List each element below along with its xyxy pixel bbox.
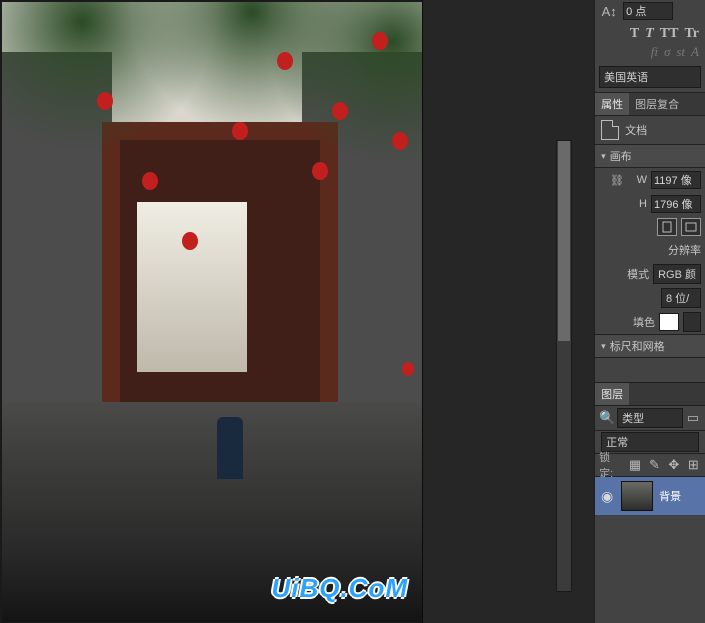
section-rulers[interactable]: ▾ 标尺和网格 <box>595 334 705 358</box>
tab-layer-comps[interactable]: 图层复合 <box>629 93 685 115</box>
language-select[interactable]: 美国英语 <box>599 66 701 88</box>
canvas-area: UiBQ.CoM <box>0 0 594 623</box>
fill-select[interactable] <box>683 312 701 332</box>
faux-italic-button[interactable]: T <box>645 26 654 42</box>
filter-image-icon[interactable]: ▭ <box>685 409 701 427</box>
faux-bold-button[interactable]: T <box>630 26 639 42</box>
search-icon[interactable]: 🔍 <box>599 409 615 427</box>
chevron-down-icon: ▾ <box>601 341 606 352</box>
baseline-shift-input[interactable] <box>623 2 673 20</box>
swash-button[interactable]: A <box>691 44 699 60</box>
layer-name[interactable]: 背景 <box>659 488 681 504</box>
alternates-button[interactable]: σ <box>664 44 670 60</box>
layer-filter-select[interactable]: 类型 <box>617 408 683 428</box>
section-rulers-label: 标尺和网格 <box>610 338 665 354</box>
fill-color-swatch[interactable] <box>659 313 679 331</box>
section-canvas-label: 画布 <box>610 148 632 164</box>
language-value: 美国英语 <box>604 69 648 85</box>
mode-label: 模式 <box>627 266 649 282</box>
height-label: H <box>633 198 647 210</box>
chevron-down-icon: ▾ <box>601 151 606 162</box>
document-label: 文档 <box>625 122 647 138</box>
lock-pixels-icon[interactable]: ✎ <box>647 456 662 474</box>
lock-transparency-icon[interactable]: ▦ <box>627 456 642 474</box>
lock-position-icon[interactable]: ✥ <box>666 456 681 474</box>
watermark: UiBQ.CoM <box>271 573 408 604</box>
visibility-toggle-icon[interactable]: ◉ <box>599 488 615 505</box>
layer-row[interactable]: ◉ 背景 <box>595 477 705 515</box>
small-caps-button[interactable]: Tr <box>684 26 699 42</box>
document-canvas[interactable]: UiBQ.CoM <box>0 0 423 623</box>
stylistic-button[interactable]: st <box>676 44 685 60</box>
orientation-portrait-button[interactable] <box>657 218 677 236</box>
mode-select[interactable]: RGB 颜 <box>653 264 701 284</box>
fill-label: 填色 <box>633 314 655 330</box>
resolution-label: 分辨率 <box>668 242 701 258</box>
section-canvas[interactable]: ▾ 画布 <box>595 144 705 168</box>
tab-properties[interactable]: 属性 <box>595 93 629 115</box>
document-icon <box>601 120 619 140</box>
width-input[interactable] <box>651 171 701 189</box>
bit-depth-select[interactable]: 8 位/ <box>661 288 701 308</box>
orientation-landscape-button[interactable] <box>681 218 701 236</box>
layer-thumbnail[interactable] <box>621 481 653 511</box>
width-label: W <box>633 174 647 186</box>
scrollbar-thumb[interactable] <box>558 141 570 341</box>
photo-content: UiBQ.CoM <box>2 2 422 622</box>
all-caps-button[interactable]: TT <box>660 26 679 42</box>
lock-all-icon[interactable]: ⊞ <box>686 456 701 474</box>
baseline-shift-icon: A↕ <box>599 2 619 20</box>
height-input[interactable] <box>651 195 701 213</box>
link-dimensions-icon[interactable]: ⛓ <box>609 174 625 187</box>
ligatures-button[interactable]: fi <box>651 44 658 60</box>
tab-layers[interactable]: 图层 <box>595 383 629 405</box>
vertical-scrollbar[interactable] <box>556 140 572 592</box>
